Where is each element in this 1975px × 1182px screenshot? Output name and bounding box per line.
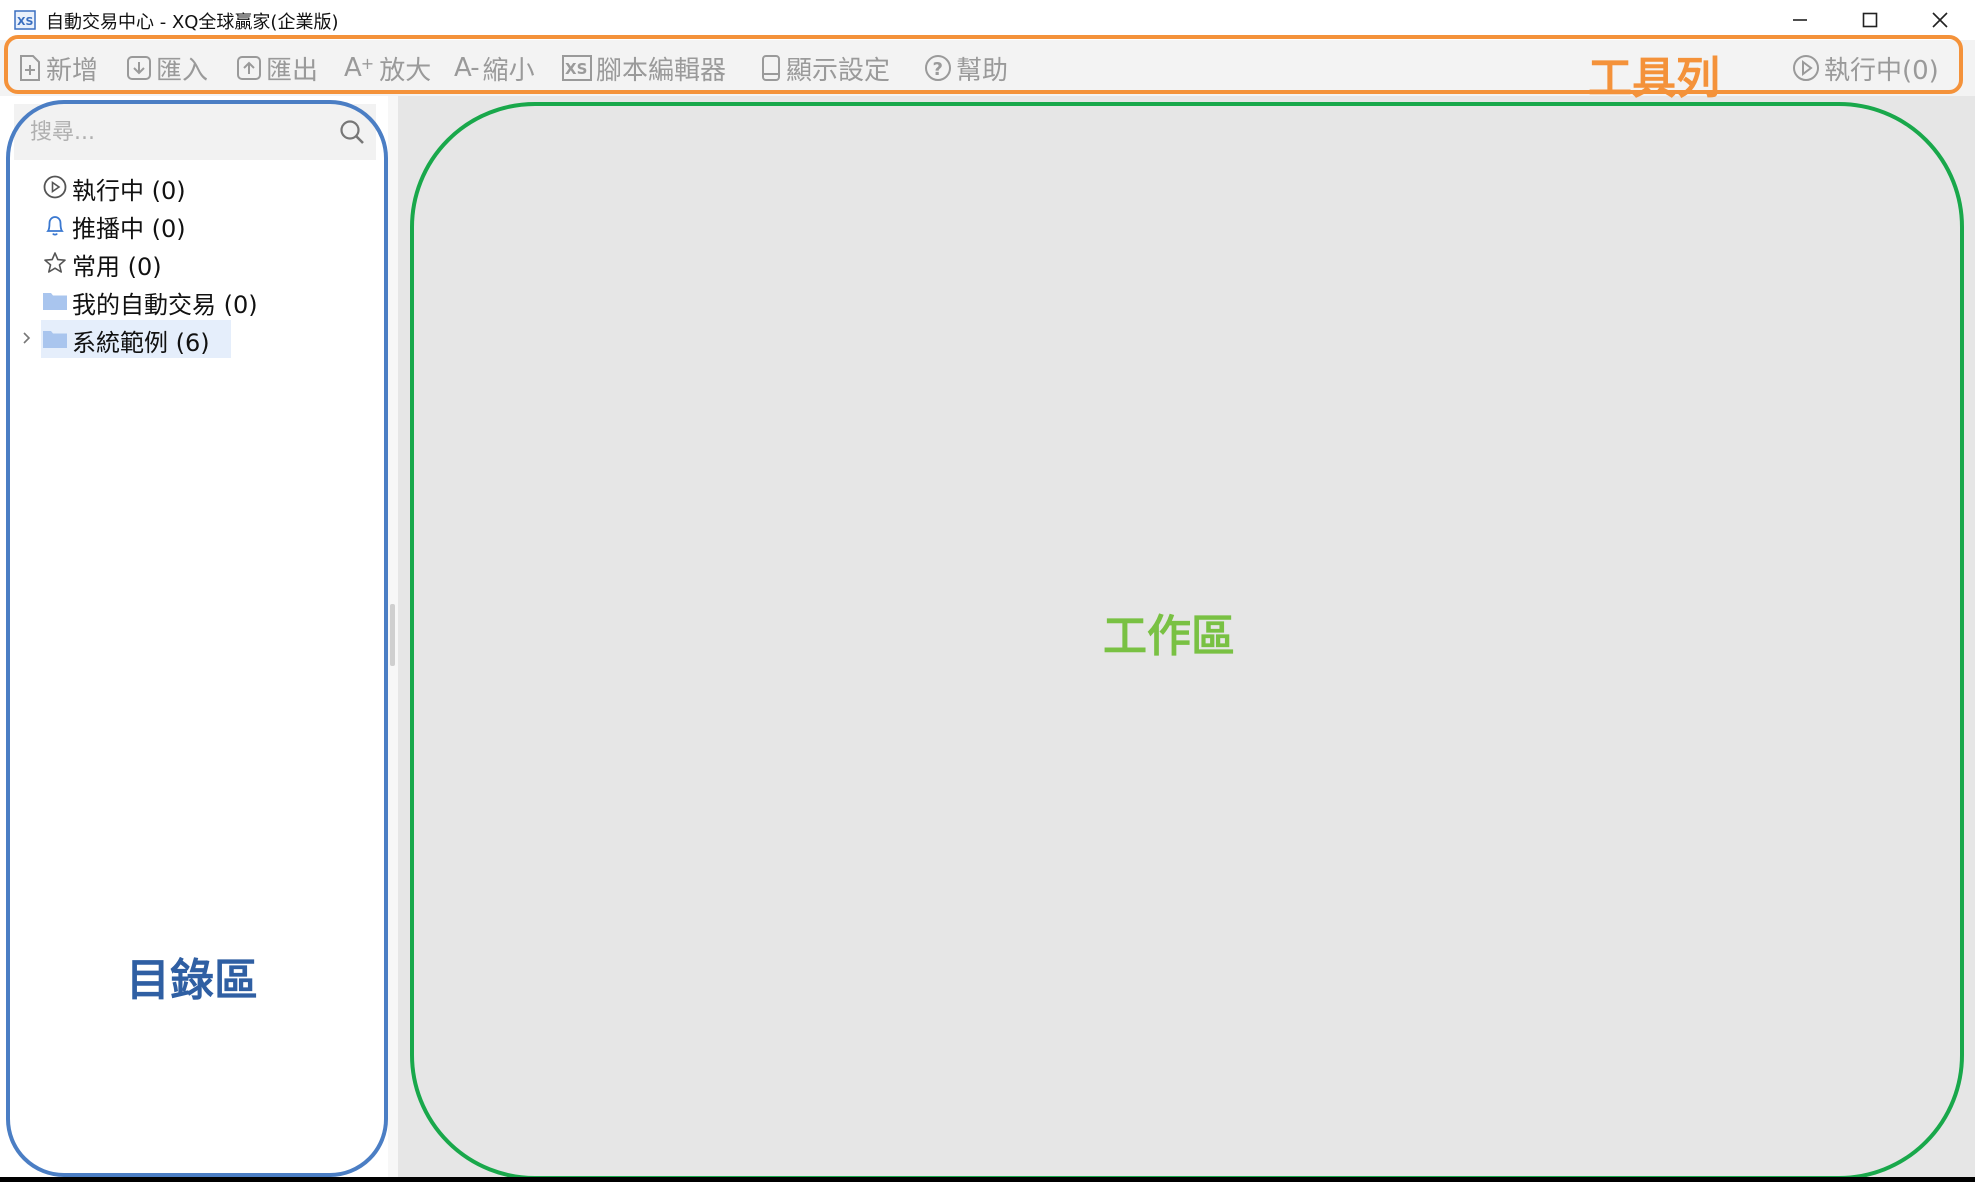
- running-button[interactable]: 執行中(0): [1792, 40, 1939, 96]
- splitter-grip[interactable]: [390, 604, 395, 666]
- bell-icon: [46, 216, 64, 236]
- export-label: 匯出: [266, 55, 319, 86]
- tree-item-label: 執行中 (0): [72, 177, 186, 205]
- zoom-out-label: 縮小: [482, 55, 535, 86]
- folder-icon: [43, 331, 67, 348]
- zoom-in-button[interactable]: A+ 放大: [344, 40, 431, 96]
- svg-text:?: ?: [933, 59, 943, 80]
- new-label: 新增: [46, 55, 99, 86]
- maximize-icon: [1862, 12, 1878, 28]
- tree-item-pushing[interactable]: 推播中 (0): [20, 206, 380, 243]
- zoom-in-label: 放大: [379, 55, 432, 86]
- help-button[interactable]: ? 幫助: [924, 40, 1008, 96]
- script-editor-button[interactable]: XS 腳本編輯器: [562, 40, 726, 96]
- import-label: 匯入: [156, 55, 209, 86]
- close-icon: [1932, 12, 1948, 28]
- svg-text:XS: XS: [17, 15, 33, 28]
- display-settings-icon: [762, 55, 780, 81]
- zoom-out-button[interactable]: A- 縮小: [454, 40, 535, 96]
- xs-logo-icon: XS: [14, 10, 36, 30]
- tree-item-label: 我的自動交易 (0): [72, 291, 258, 319]
- minimize-icon: [1793, 19, 1807, 21]
- tree-item-favorites[interactable]: 常用 (0): [20, 244, 380, 281]
- star-icon: [44, 252, 66, 273]
- title-bar: XS 自動交易中心 - XQ全球贏家(企業版): [0, 0, 1975, 40]
- new-file-icon: [20, 55, 40, 81]
- toolbar: 新增 匯入 匯出 A+ 放大 A- 縮小 XS 腳本編輯器 顯示設定 ? 幫助 …: [0, 40, 1975, 96]
- export-button[interactable]: 匯出: [236, 40, 318, 96]
- help-icon: ?: [925, 55, 951, 81]
- zoom-in-icon: A+: [344, 53, 374, 83]
- app-window: XS 自動交易中心 - XQ全球贏家(企業版) 新增 匯入 匯出 A+ 放大 A…: [0, 0, 1975, 1177]
- script-editor-label: 腳本編輯器: [596, 55, 727, 86]
- help-label: 幫助: [956, 55, 1009, 86]
- play-circle-icon: [1793, 55, 1819, 81]
- new-button[interactable]: 新增: [18, 40, 98, 96]
- svg-text:XS: XS: [565, 60, 587, 78]
- maximize-button[interactable]: [1835, 0, 1905, 40]
- export-icon: [237, 56, 261, 80]
- search-box: [14, 104, 376, 160]
- display-settings-button[interactable]: 顯示設定: [760, 40, 890, 96]
- import-button[interactable]: 匯入: [126, 40, 208, 96]
- tree-item-system-examples[interactable]: 系統範例 (6): [20, 320, 380, 358]
- play-circle-icon: [43, 175, 67, 199]
- import-icon: [127, 56, 151, 80]
- tree-item-my-auto-trading[interactable]: 我的自動交易 (0): [20, 282, 380, 319]
- minimize-button[interactable]: [1765, 0, 1835, 40]
- tree-item-label: 常用 (0): [72, 253, 162, 281]
- search-icon[interactable]: [338, 118, 366, 146]
- chevron-right-icon[interactable]: [20, 328, 34, 348]
- directory-panel: 執行中 (0) 推播中 (0) 常用 (0) 我的自動交易 (0): [0, 96, 390, 1177]
- work-area: [398, 96, 1975, 1177]
- tree-item-label: 系統範例 (6): [72, 329, 210, 357]
- display-settings-label: 顯示設定: [786, 55, 891, 86]
- close-button[interactable]: [1905, 0, 1975, 40]
- window-title: 自動交易中心 - XQ全球贏家(企業版): [46, 12, 339, 33]
- tree-item-label: 推播中 (0): [72, 215, 186, 243]
- tree-item-running[interactable]: 執行中 (0): [20, 168, 380, 205]
- folder-icon: [43, 293, 67, 310]
- zoom-out-icon: A-: [454, 53, 480, 83]
- search-input[interactable]: [30, 116, 330, 148]
- running-label: 執行中(0): [1824, 55, 1939, 86]
- xs-script-icon: XS: [562, 55, 592, 81]
